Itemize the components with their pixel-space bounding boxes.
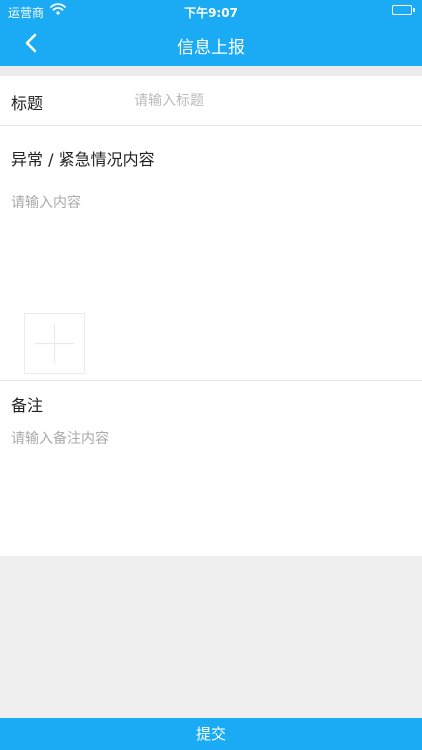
- status-bar: 运营商 下午9:07: [0, 0, 422, 22]
- remark-input[interactable]: [9, 426, 413, 540]
- remark-label: 备注: [11, 396, 44, 415]
- title-label: 标题: [11, 94, 44, 113]
- content-section: 异常 / 紧急情况内容: [0, 126, 422, 381]
- status-time: 下午9:07: [184, 6, 238, 20]
- content-label: 异常 / 紧急情况内容: [11, 150, 155, 169]
- top-divider: [0, 66, 422, 76]
- add-image-button[interactable]: [24, 313, 85, 374]
- remark-section: 备注: [0, 381, 422, 556]
- submit-button[interactable]: 提交: [0, 718, 422, 750]
- battery-icon: [392, 5, 415, 15]
- nav-bar: 信息上报: [0, 22, 422, 66]
- title-input[interactable]: [132, 88, 406, 114]
- page-title: 信息上报: [177, 38, 245, 58]
- content-input[interactable]: [9, 190, 413, 304]
- title-row: 标题: [0, 76, 422, 126]
- plus-icon: [35, 324, 74, 363]
